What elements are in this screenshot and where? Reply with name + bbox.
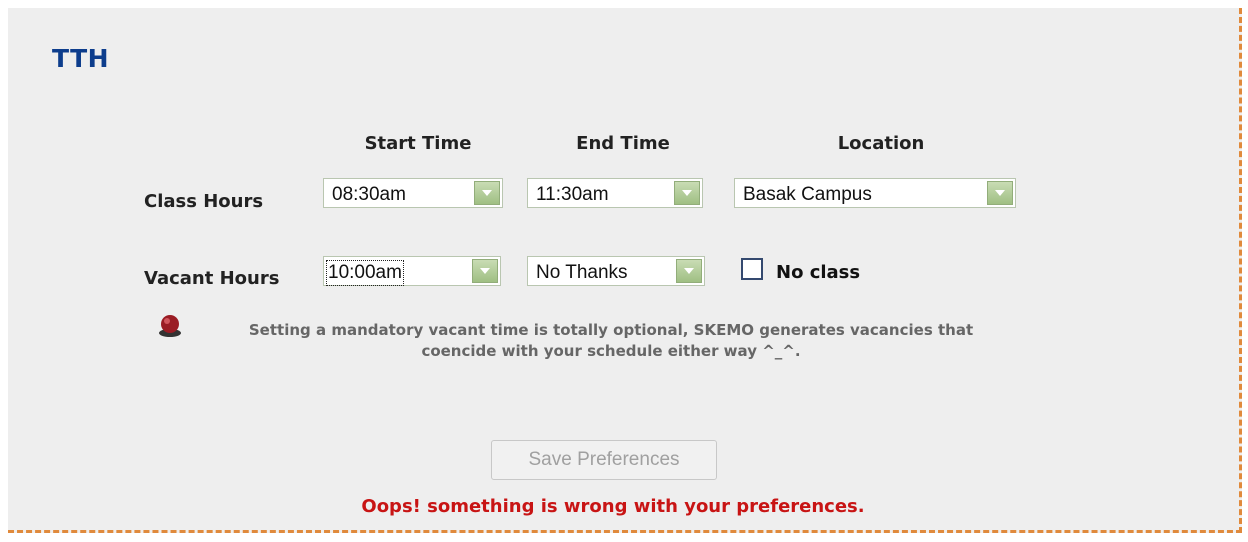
- class-end-time-value: 11:30am: [536, 184, 609, 205]
- start-time-header: Start Time: [364, 133, 472, 154]
- chevron-down-icon[interactable]: [987, 181, 1013, 205]
- note-line-1: Setting a mandatory vacant time is total…: [248, 321, 974, 339]
- chevron-down-icon[interactable]: [472, 259, 498, 283]
- location-select[interactable]: Basak Campus: [734, 178, 1016, 208]
- error-message: Oops! something is wrong with your prefe…: [361, 496, 865, 517]
- vacant-start-time-select[interactable]: 10:00am: [323, 256, 501, 286]
- class-start-time-select[interactable]: 08:30am: [323, 178, 503, 208]
- chevron-down-icon[interactable]: [474, 181, 500, 205]
- day-title: TTH: [52, 44, 110, 73]
- note-line-2: coencide with your schedule either way ^…: [421, 342, 801, 360]
- class-end-time-select[interactable]: 11:30am: [527, 178, 703, 208]
- location-header: Location: [837, 133, 925, 154]
- chevron-down-icon[interactable]: [674, 181, 700, 205]
- vacant-end-time-select[interactable]: No Thanks: [527, 256, 705, 286]
- vacant-hours-label: Vacant Hours: [144, 268, 280, 289]
- no-class-label[interactable]: No class: [776, 262, 860, 283]
- chevron-down-icon[interactable]: [676, 259, 702, 283]
- class-start-time-value: 08:30am: [332, 184, 406, 205]
- vacancy-note: Setting a mandatory vacant time is total…: [186, 320, 1036, 362]
- vacant-start-time-value: 10:00am: [326, 260, 404, 286]
- location-value: Basak Campus: [743, 184, 872, 205]
- end-time-header: End Time: [576, 133, 670, 154]
- class-hours-label: Class Hours: [144, 191, 264, 212]
- no-class-checkbox[interactable]: [741, 258, 763, 280]
- save-preferences-button[interactable]: Save Preferences: [491, 440, 717, 480]
- bulb-icon: [157, 314, 185, 342]
- vacant-end-time-value: No Thanks: [536, 262, 628, 283]
